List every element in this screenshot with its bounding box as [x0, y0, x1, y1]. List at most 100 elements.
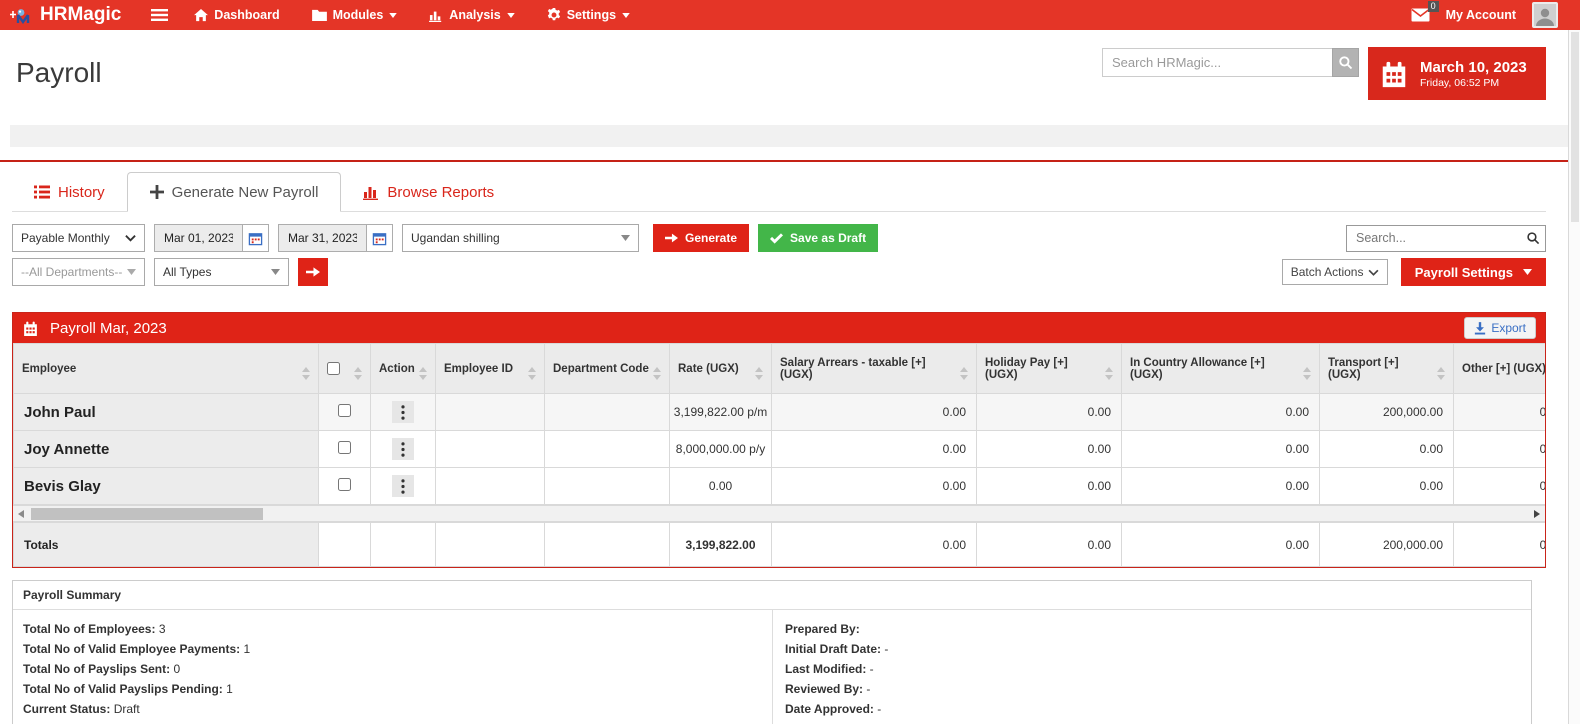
column-header[interactable] [319, 344, 371, 394]
calendar-icon [22, 320, 39, 337]
date-to-input[interactable] [278, 224, 366, 252]
row-actions-button[interactable] [392, 438, 414, 460]
column-header[interactable]: Action [371, 344, 436, 394]
sort-icon[interactable] [302, 367, 310, 380]
nav-item-settings[interactable]: Settings [547, 8, 630, 22]
messages-button[interactable]: 0 [1411, 8, 1430, 22]
sort-icon[interactable] [960, 367, 968, 380]
tab-history[interactable]: History [12, 173, 127, 211]
date-from-input[interactable] [154, 224, 242, 252]
save-as-draft-button[interactable]: Save as Draft [758, 224, 878, 252]
my-account-link[interactable]: My Account [1446, 8, 1516, 22]
summary-value: 0 [173, 662, 180, 676]
caret-down-icon [507, 13, 515, 18]
column-header[interactable]: Salary Arrears - taxable [+] (UGX) [772, 344, 977, 394]
column-header[interactable]: Department Code [545, 344, 670, 394]
chevron-down-icon [1368, 269, 1379, 276]
summary-label: Initial Draft Date: [785, 642, 881, 656]
totals-table: Totals3,199,822.000.000.000.00200,000.00… [13, 522, 1546, 567]
global-search-button[interactable] [1332, 48, 1359, 77]
in-country-allowance-cell: 0.00 [1122, 394, 1320, 431]
column-header[interactable]: Rate (UGX) [670, 344, 772, 394]
column-header[interactable]: Employee ID [436, 344, 545, 394]
sort-icon[interactable] [528, 367, 536, 380]
totals-row: Totals3,199,822.000.000.000.00200,000.00… [14, 523, 1547, 567]
export-label: Export [1491, 321, 1526, 335]
save-draft-label: Save as Draft [790, 231, 866, 245]
avatar[interactable] [1532, 2, 1558, 28]
scroll-right-arrow-icon[interactable] [1534, 510, 1540, 518]
column-header[interactable]: Transport [+] (UGX) [1320, 344, 1454, 394]
date-to-picker-button[interactable] [366, 224, 393, 252]
apply-filters-button[interactable] [298, 258, 328, 286]
currency-select[interactable]: Ugandan shilling [402, 224, 639, 252]
caret-down-icon [127, 269, 136, 275]
calendar-icon [1379, 59, 1409, 89]
scroll-left-arrow-icon[interactable] [18, 510, 24, 518]
hrmagic-logo-icon [10, 7, 36, 24]
horizontal-scrollbar-thumb[interactable] [31, 508, 263, 520]
tab-label: History [58, 184, 105, 201]
sort-icon[interactable] [1303, 367, 1311, 380]
payable-period-value: Payable Monthly [21, 231, 110, 245]
home-icon [194, 9, 208, 22]
page-scrollbar[interactable] [1568, 30, 1580, 724]
summary-right-column: Prepared By: Initial Draft Date: -Last M… [772, 610, 1531, 724]
sort-icon[interactable] [1437, 367, 1445, 380]
arrow-right-icon [306, 266, 320, 278]
ellipsis-v-icon [401, 405, 405, 420]
date-from-picker-button[interactable] [242, 224, 269, 252]
payroll-table: Employee ActionEmployee IDDepartment Code… [13, 343, 1546, 505]
nav-item-modules[interactable]: Modules [312, 8, 398, 22]
report-chart-icon [363, 185, 379, 200]
sort-icon[interactable] [1105, 367, 1113, 380]
tab-browse-reports[interactable]: Browse Reports [341, 173, 516, 211]
table-search-input[interactable] [1347, 231, 1526, 245]
sort-icon[interactable] [653, 367, 661, 380]
folder-icon [312, 9, 327, 21]
plus-icon [150, 185, 164, 199]
sort-icon[interactable] [755, 367, 763, 380]
column-header[interactable]: Other [+] (UGX) [1454, 344, 1547, 394]
row-actions-button[interactable] [392, 401, 414, 423]
column-header[interactable]: Employee [14, 344, 319, 394]
summary-title: Payroll Summary [13, 581, 1531, 610]
summary-label: Total No of Payslips Sent: [23, 662, 170, 676]
nav-item-analysis[interactable]: Analysis [429, 8, 514, 22]
global-search-input[interactable] [1102, 48, 1332, 77]
holiday-pay-cell: 0.00 [977, 468, 1122, 505]
types-select[interactable]: All Types [154, 258, 289, 286]
nav-item-dashboard[interactable]: Dashboard [194, 8, 279, 22]
date-from-field [154, 224, 269, 252]
search-icon[interactable] [1526, 231, 1548, 245]
horizontal-scrollbar[interactable] [13, 505, 1545, 522]
sort-icon[interactable] [419, 367, 427, 380]
batch-actions-select[interactable]: Batch Actions [1282, 259, 1388, 285]
column-header[interactable]: In Country Allowance [+] (UGX) [1122, 344, 1320, 394]
download-icon [1474, 322, 1486, 335]
employee-id-cell [436, 394, 545, 431]
row-checkbox[interactable] [338, 404, 351, 417]
departments-select[interactable]: --All Departments-- [12, 258, 145, 286]
column-label: Salary Arrears - taxable [+] (UGX) [780, 357, 956, 381]
sort-icon[interactable] [354, 367, 362, 380]
select-all-checkbox[interactable] [327, 362, 340, 375]
hamburger-menu-icon[interactable] [151, 8, 168, 22]
page-scrollbar-thumb[interactable] [1571, 32, 1579, 222]
summary-value: 1 [244, 642, 251, 656]
column-header[interactable]: Holiday Pay [+] (UGX) [977, 344, 1122, 394]
summary-value: Draft [114, 702, 140, 716]
generate-button[interactable]: Generate [653, 224, 749, 252]
search-icon [1338, 55, 1353, 70]
totals-rate-cell: 3,199,822.00 [670, 523, 772, 567]
payable-period-select[interactable]: Payable Monthly [12, 224, 145, 252]
row-checkbox[interactable] [338, 478, 351, 491]
summary-value: - [877, 702, 881, 716]
export-button[interactable]: Export [1464, 317, 1536, 339]
payroll-settings-button[interactable]: Payroll Settings [1401, 258, 1546, 286]
row-checkbox[interactable] [338, 441, 351, 454]
tab-generate-new-payroll[interactable]: Generate New Payroll [127, 172, 342, 212]
row-actions-button[interactable] [392, 475, 414, 497]
app-logo[interactable]: HRMagic [10, 4, 121, 26]
summary-item: Total No of Employees: 3 [23, 619, 762, 639]
